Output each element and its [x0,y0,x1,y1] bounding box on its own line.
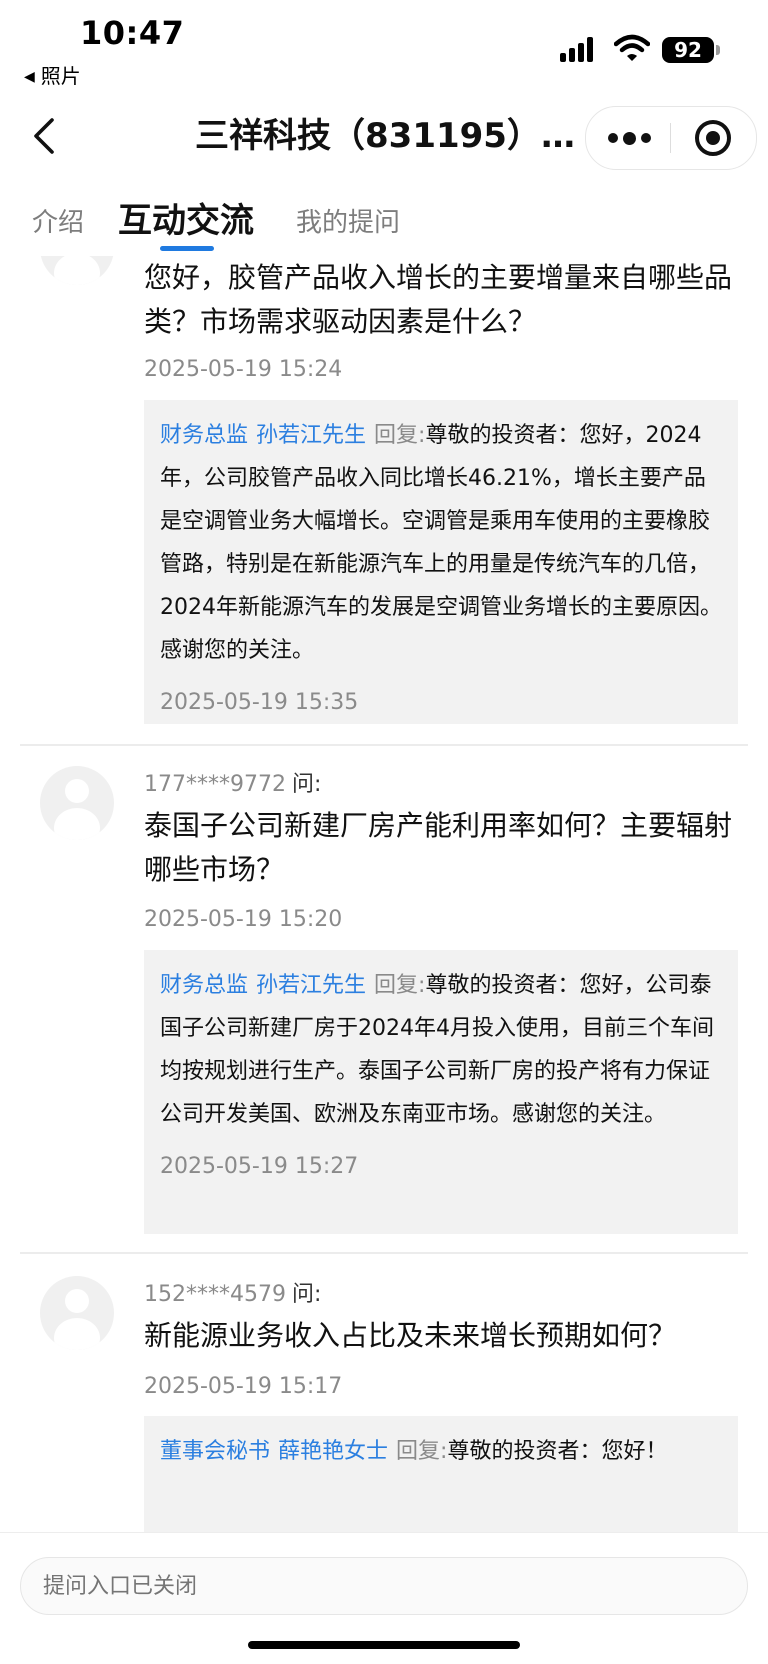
tab-intro[interactable]: 介绍 [32,196,84,250]
page-title: 三祥科技（831195）20... [195,116,575,156]
reply-time: 2025-05-19 15:35 [160,690,359,715]
question-text: 您好，胶管产品收入增长的主要增量来自哪些品类？市场需求驱动因素是什么？ [144,261,733,338]
wifi-icon [614,34,650,61]
tab-interaction[interactable]: 互动交流 [118,194,254,248]
back-to-app-link[interactable]: ◀ 照片 [24,60,81,89]
target-dot-icon [706,131,720,145]
back-app-label: 照片 [40,64,81,88]
replier-role[interactable]: 财务总监 [160,423,248,448]
reply-text-block: 财务总监 孙若江先生 回复:尊敬的投资者：您好，2024年，公司胶管产品收入同比增长… [160,414,722,672]
reply-content: 尊敬的投资者：您好！ [447,1439,668,1464]
bottom-bar [0,1532,768,1664]
qa-feed[interactable]: 您好，胶管产品收入增长的主要增量来自哪些品类？市场需求驱动因素是什么？ 2025… [0,256,768,1532]
back-triangle-icon: ◀ [24,69,35,85]
question-text: 泰国子公司新建厂房产能利用率如何？主要辐射哪些市场？ [144,809,733,886]
reply-box: 财务总监 孙若江先生 回复:尊敬的投资者：您好，2024年，公司胶管产品收入同比增长… [144,400,738,724]
question-text: 新能源业务收入占比及未来增长预期如何？ [144,1319,677,1352]
capsule-divider [670,123,671,153]
reply-time: 2025-05-19 15:27 [160,1154,359,1179]
active-tab-indicator [160,246,214,251]
battery-indicator: 92 [662,37,714,63]
replier-role[interactable]: 董事会秘书 [160,1439,270,1464]
ask-suffix: 问: [291,772,322,797]
asker-line: 177****9772 问: [144,766,321,798]
question-input[interactable] [20,1557,748,1615]
avatar-head-icon [65,779,89,803]
asker-id: 152****4579 [144,1282,286,1307]
replier-name[interactable]: 孙若江先生 [256,423,366,448]
reply-text-block: 董事会秘书 薛艳艳女士 回复:尊敬的投资者：您好！ [160,1430,722,1473]
more-dot-icon [641,133,651,143]
avatar-body-icon [54,256,100,285]
question-time: 2025-05-19 15:24 [144,357,343,382]
item-divider [20,744,748,746]
miniapp-capsule [585,106,757,170]
reply-label: 回复: [396,1439,448,1464]
more-dot-icon [608,133,618,143]
reply-label: 回复: [374,423,426,448]
tab-bar: 介绍 互动交流 我的提问 [0,196,768,256]
reply-box: 董事会秘书 薛艳艳女士 回复:尊敬的投资者：您好！ [144,1416,738,1532]
question-time: 2025-05-19 15:20 [144,907,343,932]
status-bar: 10:47 ◀ 照片 92 [0,0,768,92]
back-arrow-icon[interactable] [30,114,60,158]
more-dot-icon [623,132,636,145]
avatar[interactable] [40,1276,114,1350]
tab-my-questions[interactable]: 我的提问 [296,196,400,250]
avatar-body-icon [54,808,100,840]
reply-label: 回复: [374,973,426,998]
battery-tip-icon [716,45,720,55]
close-miniapp-button[interactable] [678,107,748,169]
nav-bar: 三祥科技（831195）20... [0,100,768,176]
reply-box: 财务总监 孙若江先生 回复:尊敬的投资者：您好，公司泰国子公司新建厂房于2024年4… [144,950,738,1234]
avatar[interactable] [40,766,114,840]
replier-name[interactable]: 薛艳艳女士 [278,1439,388,1464]
reply-text-block: 财务总监 孙若江先生 回复:尊敬的投资者：您好，公司泰国子公司新建厂房于2024年4… [160,964,722,1136]
replier-role[interactable]: 财务总监 [160,973,248,998]
asker-line: 152****4579 问: [144,1276,321,1308]
home-indicator[interactable] [248,1641,520,1649]
ask-suffix: 问: [291,1282,322,1307]
status-time: 10:47 [80,14,185,52]
avatar-body-icon [54,1318,100,1350]
more-options-button[interactable] [596,107,666,169]
avatar-head-icon [65,1289,89,1313]
avatar[interactable] [40,256,114,285]
item-divider [20,1252,748,1254]
question-time: 2025-05-19 15:17 [144,1374,343,1399]
asker-id: 177****9772 [144,772,286,797]
reply-content: 尊敬的投资者：您好，2024年，公司胶管产品收入同比增长46.21%，增长主要产… [160,423,722,663]
cellular-signal-icon [560,36,600,62]
replier-name[interactable]: 孙若江先生 [256,973,366,998]
